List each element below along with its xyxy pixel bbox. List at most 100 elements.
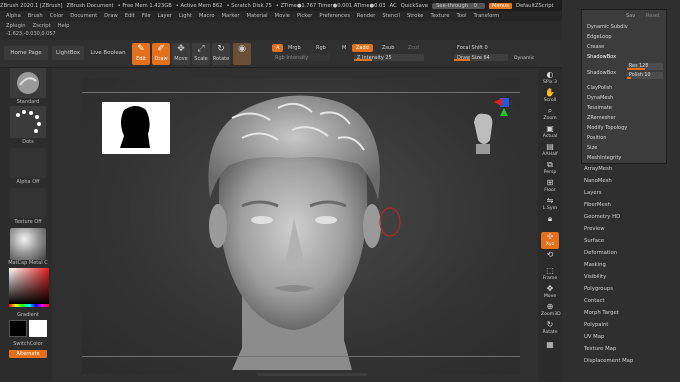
menu-texture[interactable]: Texture: [430, 13, 449, 19]
polyf-button[interactable]: ▦: [541, 340, 559, 357]
menu-draw[interactable]: Draw: [104, 13, 118, 19]
view-cube-head[interactable]: [468, 112, 498, 156]
menu-transform[interactable]: Transform: [474, 13, 500, 19]
main-color-swatch[interactable]: [9, 320, 27, 337]
size-item[interactable]: Size: [587, 145, 597, 151]
section-preview[interactable]: Preview: [584, 223, 676, 235]
scroll-button[interactable]: ✋ Scroll: [541, 88, 559, 105]
dynamesh-item[interactable]: DynaMesh: [587, 95, 613, 101]
aahalf-button[interactable]: ▤ AAHalf: [541, 142, 559, 159]
zoom3d-button[interactable]: ⊕ Zoom3D: [541, 302, 561, 319]
live-boolean-button[interactable]: Live Boolean: [88, 46, 128, 60]
document-viewport[interactable]: [82, 78, 520, 374]
shadowbox-button[interactable]: ShadowBox: [587, 70, 616, 76]
frame-button[interactable]: ⬚ Frame: [541, 266, 559, 283]
focal-shift-slider[interactable]: Focal Shift 0: [454, 44, 508, 51]
brush-thumbnail[interactable]: [10, 68, 46, 98]
zadd-toggle[interactable]: Zadd: [352, 44, 373, 52]
zremesher-item[interactable]: ZRemesher: [587, 115, 616, 121]
menu-alpha[interactable]: Alpha: [6, 13, 21, 19]
section-geometry-hd[interactable]: Geometry HD: [584, 211, 676, 223]
menu-stroke[interactable]: Stroke: [407, 13, 424, 19]
section-polypaint[interactable]: Polypaint: [584, 319, 676, 331]
claypolish-item[interactable]: ClayPolish: [587, 85, 612, 91]
color-picker[interactable]: [9, 268, 49, 304]
actual-button[interactable]: ▣ Actual: [541, 124, 559, 141]
lsym-button[interactable]: ⇋ L.Sym: [541, 196, 559, 213]
section-visibility[interactable]: Visibility: [584, 271, 676, 283]
section-contact[interactable]: Contact: [584, 295, 676, 307]
menu-render[interactable]: Render: [357, 13, 375, 19]
seethrough-slider[interactable]: See-through 0: [432, 2, 486, 9]
home-page-button[interactable]: Home Page: [4, 46, 48, 60]
polish-slider[interactable]: Polish 10: [627, 72, 663, 79]
material-thumbnail[interactable]: [10, 228, 46, 260]
section-uv-map[interactable]: UV Map: [584, 331, 676, 343]
rotate-view-button[interactable]: ↻ Rotate: [541, 320, 559, 337]
rgb-intensity-slider[interactable]: Rgb Intensity: [272, 54, 330, 61]
dynamic-toggle[interactable]: Dynamic: [510, 54, 538, 62]
menu-brush[interactable]: Brush: [28, 13, 43, 19]
switchcolor-button[interactable]: SwitchColor: [6, 341, 50, 347]
section-fibermesh[interactable]: FiberMesh: [584, 199, 676, 211]
menu-file[interactable]: File: [142, 13, 151, 19]
scale-tool-button[interactable]: ⤢ Scale: [192, 43, 210, 65]
menu-macro[interactable]: Macro: [199, 13, 215, 19]
section-deformation[interactable]: Deformation: [584, 247, 676, 259]
texture-thumbnail[interactable]: [10, 188, 46, 218]
zoom-button[interactable]: ⌕ Zoom: [541, 106, 559, 123]
edgeloop-item[interactable]: EdgeLoop: [587, 34, 612, 40]
material-sphere-button[interactable]: ◉: [233, 43, 251, 65]
hue-strip[interactable]: [9, 304, 49, 307]
section-surface[interactable]: Surface: [584, 235, 676, 247]
menu-help[interactable]: Help: [58, 23, 70, 29]
menu-edit[interactable]: Edit: [125, 13, 135, 19]
menu-stencil[interactable]: Stencil: [382, 13, 400, 19]
menu-layer[interactable]: Layer: [157, 13, 171, 19]
xyz-button[interactable]: ✣ Xyz: [541, 232, 559, 249]
res-slider[interactable]: Res 128: [627, 63, 663, 70]
zsub-toggle[interactable]: Zsub: [378, 44, 398, 52]
menu-zscript[interactable]: Zscript: [33, 23, 51, 29]
position-item[interactable]: Position: [587, 135, 606, 141]
section-polygroups[interactable]: Polygroups: [584, 283, 676, 295]
rotate-axis-button[interactable]: ⟲: [541, 250, 559, 267]
move-tool-button[interactable]: ✥ Move: [172, 43, 190, 65]
shadowbox-item[interactable]: ShadowBox: [587, 54, 616, 60]
section-texture-map[interactable]: Texture Map: [584, 343, 676, 355]
meshintegrity-item[interactable]: MeshIntegrity: [587, 155, 621, 161]
tessimate-item[interactable]: Tessimate: [587, 105, 612, 111]
rotate-tool-button[interactable]: ↻ Rotate: [212, 43, 230, 65]
move-view-button[interactable]: ✥ Move: [541, 284, 559, 301]
menus-button[interactable]: Menus: [489, 2, 512, 9]
section-arraymesh[interactable]: ArrayMesh: [584, 163, 676, 175]
stroke-thumbnail[interactable]: [10, 106, 46, 138]
rgb-toggle[interactable]: Rgb: [312, 44, 330, 52]
draw-tool-button[interactable]: ✐ Draw: [152, 43, 170, 65]
lightbox-button[interactable]: LightBox: [52, 46, 84, 60]
crease-item[interactable]: Crease: [587, 44, 604, 50]
section-nanomesh[interactable]: NanoMesh: [584, 175, 676, 187]
section-layers[interactable]: Layers: [584, 187, 676, 199]
dynamic-subdiv-item[interactable]: Dynamic Subdiv: [587, 24, 628, 30]
menu-material[interactable]: Material: [247, 13, 268, 19]
menu-light[interactable]: Light: [179, 13, 192, 19]
secondary-color-swatch[interactable]: [29, 320, 47, 337]
section-masking[interactable]: Masking: [584, 259, 676, 271]
menu-tool[interactable]: Tool: [456, 13, 466, 19]
canvas-scrollbar[interactable]: [257, 373, 367, 376]
zcut-toggle[interactable]: Zcut: [404, 44, 423, 52]
modify-topology-item[interactable]: Modify Topology: [587, 125, 627, 131]
menu-marker[interactable]: Marker: [222, 13, 240, 19]
section-morph-target[interactable]: Morph Target: [584, 307, 676, 319]
save-button[interactable]: Sav: [626, 13, 635, 19]
spix-button[interactable]: ◐ SPix 3: [541, 70, 559, 87]
reset-button[interactable]: Reset: [646, 13, 660, 19]
menu-zplugin[interactable]: Zplugin: [6, 23, 26, 29]
section-displacement-map[interactable]: Displacement Map: [584, 355, 676, 367]
menu-movie[interactable]: Movie: [275, 13, 290, 19]
mrgb-toggle[interactable]: Mrgb: [284, 44, 305, 52]
script-button[interactable]: DefaultZScript: [516, 3, 554, 9]
lock-button[interactable]: 🔒︎: [541, 214, 559, 231]
menu-preferences[interactable]: Preferences: [319, 13, 350, 19]
